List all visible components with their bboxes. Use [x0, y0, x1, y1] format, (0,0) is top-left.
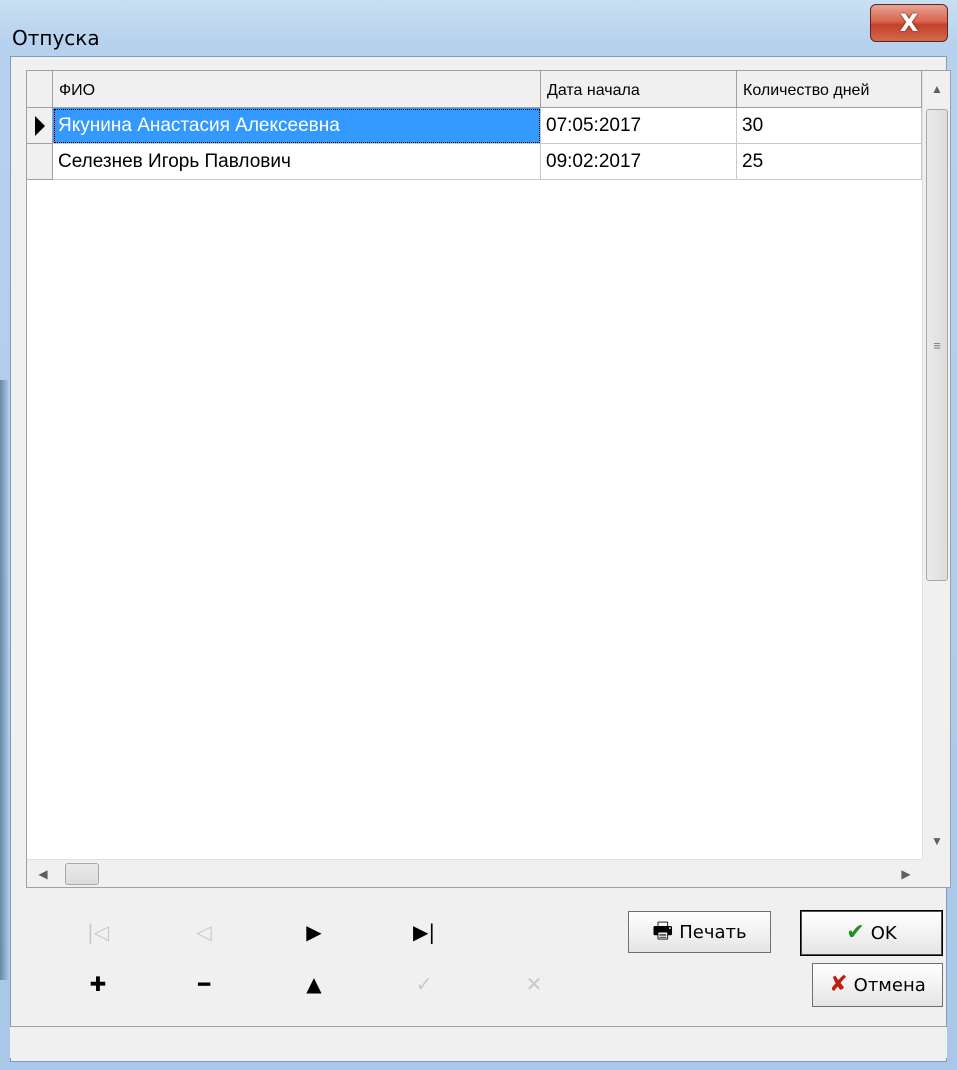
red-x-icon: ✘ — [829, 972, 848, 997]
status-bar — [10, 1026, 947, 1058]
cell-fio-row-2[interactable]: Селезнев Игорь Павлович — [53, 144, 541, 180]
printer-icon: 🖶 — [652, 919, 674, 944]
cell-days-row-2[interactable]: 25 — [737, 144, 922, 180]
next-record-icon[interactable]: ▶ — [292, 912, 336, 952]
first-record-icon[interactable]: |◁ — [76, 912, 120, 952]
column-header-fio[interactable]: ФИО — [53, 71, 541, 108]
window-title: Отпуска — [12, 26, 100, 50]
horizontal-scroll-thumb[interactable] — [65, 863, 99, 885]
close-icon: X — [899, 9, 919, 37]
cancel-button[interactable]: ✘ Отмена — [812, 963, 943, 1007]
print-button[interactable]: 🖶 Печать — [628, 911, 771, 953]
column-header-start-date[interactable]: Дата начала — [541, 71, 737, 108]
scroll-up-arrow-icon[interactable]: ▲ — [923, 71, 950, 107]
vacation-grid[interactable]: ФИО Дата начала Количество дней Якунина … — [26, 70, 951, 888]
row-indicator-2[interactable] — [27, 144, 53, 180]
print-button-label: Печать — [679, 921, 747, 943]
cell-days-row-1[interactable]: 30 — [737, 108, 922, 144]
close-button[interactable]: X — [870, 4, 948, 42]
grid-corner-header — [27, 71, 53, 108]
post-record-icon[interactable]: ✓ — [402, 964, 446, 1004]
cell-start-date-row-2[interactable]: 09:02:2017 — [541, 144, 737, 180]
ok-button-label: OK — [870, 922, 897, 944]
scroll-left-arrow-icon[interactable]: ◀ — [31, 860, 55, 887]
vertical-scrollbar[interactable]: ▲ ≡ ▼ — [922, 71, 950, 859]
last-record-icon[interactable]: ▶| — [402, 912, 446, 952]
cancel-record-icon[interactable]: ✕ — [512, 964, 556, 1004]
horizontal-scrollbar[interactable]: ◀ ▶ — [27, 859, 922, 887]
insert-record-icon[interactable]: ✚ — [76, 964, 120, 1004]
column-header-days[interactable]: Количество дней — [737, 71, 922, 108]
cell-start-date-row-1[interactable]: 07:05:2017 — [541, 108, 737, 144]
vertical-scroll-thumb[interactable]: ≡ — [926, 109, 948, 581]
prior-record-icon[interactable]: ◁ — [182, 912, 226, 952]
scrollbar-corner — [922, 859, 950, 887]
delete-record-icon[interactable]: ━ — [182, 964, 226, 1004]
checkmark-icon: ✔ — [846, 920, 865, 945]
cancel-button-label: Отмена — [853, 974, 926, 996]
scroll-right-arrow-icon[interactable]: ▶ — [894, 860, 918, 887]
scroll-down-arrow-icon[interactable]: ▼ — [923, 823, 950, 859]
dialog-window: Отпуска X ФИО Дата начала Количество дне… — [0, 0, 957, 1070]
cell-fio-row-1[interactable]: Якунина Анастасия Алексеевна — [53, 108, 541, 144]
ok-button[interactable]: ✔ OK — [800, 910, 943, 956]
row-indicator-1[interactable] — [27, 108, 53, 144]
title-bar[interactable]: Отпуска X — [0, 0, 957, 58]
edit-record-icon[interactable]: ▲ — [292, 964, 336, 1004]
current-row-arrow-icon — [35, 116, 45, 136]
